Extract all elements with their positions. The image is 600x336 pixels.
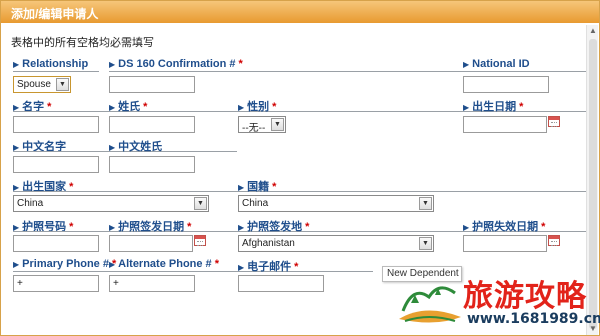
dob-input[interactable] bbox=[463, 116, 547, 133]
email-label: ▶ 电子邮件 * bbox=[238, 261, 299, 273]
triangle-right-icon: ▶ bbox=[463, 223, 470, 232]
birth-country-value: China bbox=[17, 198, 44, 209]
add-edit-applicant-dialog: 添加/编辑申请人 表格中的所有空格均必需填写 ▶ Relationship Spo… bbox=[0, 0, 600, 336]
passport-expiry-label: ▶ 护照失效日期 * bbox=[463, 221, 546, 233]
cn-surname-input[interactable] bbox=[109, 156, 195, 173]
cn-given-name-input[interactable] bbox=[13, 156, 99, 173]
triangle-right-icon: ▶ bbox=[463, 103, 470, 112]
national-id-input[interactable] bbox=[463, 76, 549, 93]
given-name-input[interactable] bbox=[13, 116, 99, 133]
required-fields-notice: 表格中的所有空格均必需填写 bbox=[11, 37, 154, 49]
passport-issue-date-input[interactable] bbox=[109, 235, 193, 252]
triangle-right-icon: ▶ bbox=[238, 223, 245, 232]
site-watermark: 旅游攻略 www.1681989.cn bbox=[395, 267, 600, 333]
triangle-right-icon: ▶ bbox=[463, 60, 470, 69]
chevron-down-icon[interactable]: ▼ bbox=[419, 197, 432, 210]
section-rule bbox=[13, 271, 373, 272]
calendar-icon[interactable] bbox=[548, 116, 560, 127]
triangle-right-icon: ▶ bbox=[238, 183, 245, 192]
relationship-label: ▶ Relationship bbox=[13, 58, 89, 70]
gender-value: --无-- bbox=[242, 123, 266, 134]
birth-country-select[interactable]: China ▼ bbox=[13, 195, 209, 212]
passport-no-input[interactable] bbox=[13, 235, 99, 252]
passport-expiry-input[interactable] bbox=[463, 235, 547, 252]
relationship-value: Spouse bbox=[17, 79, 51, 90]
ds160-label: ▶ DS 160 Confirmation # * bbox=[109, 58, 243, 70]
dob-label: ▶ 出生日期 * bbox=[463, 101, 524, 113]
nationality-select[interactable]: China ▼ bbox=[238, 195, 434, 212]
calendar-icon[interactable] bbox=[194, 235, 206, 246]
section-rule bbox=[13, 191, 589, 192]
email-input[interactable] bbox=[238, 275, 324, 292]
scroll-up-icon[interactable]: ▲ bbox=[587, 25, 599, 37]
triangle-right-icon: ▶ bbox=[238, 263, 245, 272]
watermark-logo-icon bbox=[399, 286, 461, 323]
nationality-label: ▶ 国籍 * bbox=[238, 181, 277, 193]
watermark-url: www.1681989.cn bbox=[467, 311, 600, 327]
chevron-down-icon[interactable]: ▼ bbox=[56, 78, 69, 91]
ds160-input[interactable] bbox=[109, 76, 195, 93]
primary-phone-label: ▶ Primary Phone # * bbox=[13, 258, 117, 270]
chevron-down-icon[interactable]: ▼ bbox=[419, 237, 432, 250]
triangle-right-icon: ▶ bbox=[109, 60, 116, 69]
dialog-title: 添加/编辑申请人 bbox=[1, 1, 599, 23]
cn-surname-label: ▶ 中文姓氏 bbox=[109, 141, 163, 153]
relationship-select[interactable]: Spouse ▼ bbox=[13, 76, 71, 93]
chevron-down-icon[interactable]: ▼ bbox=[194, 197, 207, 210]
passport-issue-place-label: ▶ 护照签发地 * bbox=[238, 221, 310, 233]
nationality-value: China bbox=[242, 198, 269, 209]
gender-label: ▶ 性别 * bbox=[238, 101, 277, 113]
surname-label: ▶ 姓氏 * bbox=[109, 101, 148, 113]
surname-input[interactable] bbox=[109, 116, 195, 133]
watermark-text: 旅游攻略 bbox=[463, 279, 587, 314]
triangle-right-icon: ▶ bbox=[109, 260, 116, 269]
triangle-right-icon: ▶ bbox=[109, 223, 116, 232]
triangle-right-icon: ▶ bbox=[13, 60, 20, 69]
alternate-phone-label: ▶ Alternate Phone # * bbox=[109, 258, 219, 270]
gender-select[interactable]: --无-- ▼ bbox=[238, 116, 286, 134]
section-rule bbox=[13, 71, 99, 72]
triangle-right-icon: ▶ bbox=[109, 143, 116, 152]
passport-issue-place-select[interactable]: Afghanistan ▼ bbox=[238, 235, 434, 252]
passport-issue-date-label: ▶ 护照签发日期 * bbox=[109, 221, 192, 233]
triangle-right-icon: ▶ bbox=[13, 260, 20, 269]
passport-issue-place-value: Afghanistan bbox=[242, 238, 295, 249]
alternate-phone-input[interactable]: + bbox=[109, 275, 195, 292]
primary-phone-input[interactable]: + bbox=[13, 275, 99, 292]
section-rule bbox=[109, 71, 589, 72]
national-id-label: ▶ National ID bbox=[463, 58, 530, 70]
triangle-right-icon: ▶ bbox=[109, 103, 116, 112]
chevron-down-icon[interactable]: ▼ bbox=[271, 118, 284, 131]
calendar-icon[interactable] bbox=[548, 235, 560, 246]
triangle-right-icon: ▶ bbox=[238, 103, 245, 112]
